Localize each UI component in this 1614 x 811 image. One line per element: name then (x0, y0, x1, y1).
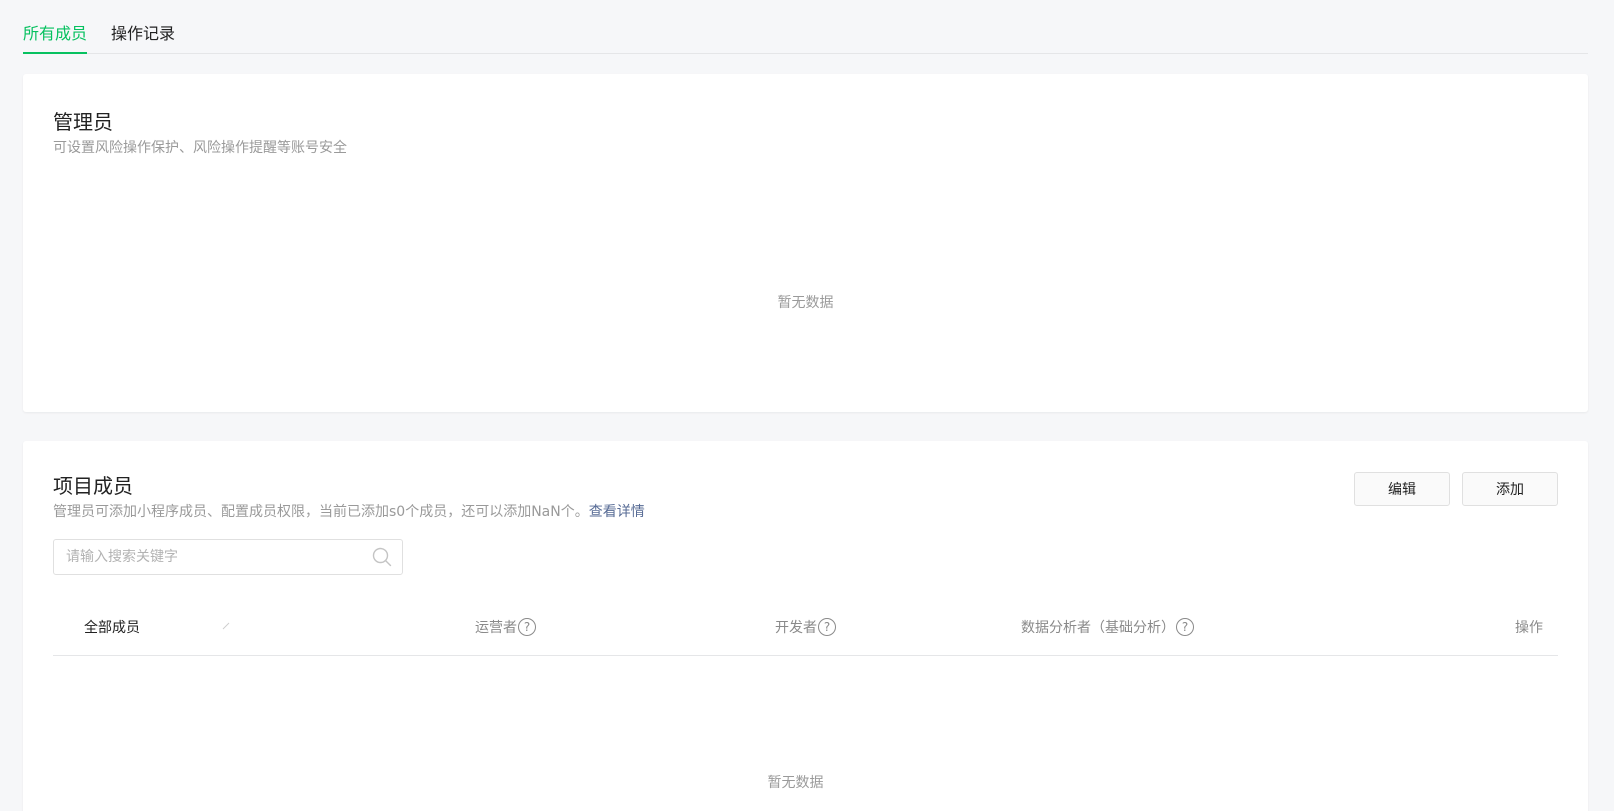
add-button[interactable]: 添加 (1462, 472, 1558, 506)
admin-empty-text: 暂无数据 (777, 295, 834, 311)
members-actions: 编辑 添加 (1354, 472, 1558, 506)
search-input[interactable] (64, 548, 372, 566)
admin-desc: 可设置风险操作保护、风险操作提醒等账号安全 (53, 140, 347, 156)
search-icon[interactable] (372, 547, 392, 567)
members-title: 项目成员 (53, 474, 133, 498)
column-all-members-label: 全部成员 (84, 620, 140, 636)
page: 所有成员 操作记录 管理员 可设置风险操作保护、风险操作提醒等账号安全 暂无数据… (0, 0, 1614, 811)
view-details-link[interactable]: 查看详情 (589, 504, 645, 520)
column-data-analyst-label: 数据分析者（基础分析） (1021, 620, 1175, 636)
members-empty-text: 暂无数据 (767, 775, 824, 791)
tab-bar: 所有成员 操作记录 (23, 0, 1588, 54)
column-operator: 运营者 ? (475, 617, 536, 637)
developer-help-icon[interactable]: ? (818, 618, 836, 636)
members-table-header: 全部成员 运营者 ? 开发者 ? 数据分析者（基础分析） ? 操作 (53, 599, 1558, 656)
admin-card: 管理员 可设置风险操作保护、风险操作提醒等账号安全 暂无数据 (23, 74, 1588, 412)
column-developer-label: 开发者 (775, 620, 817, 636)
admin-title: 管理员 (53, 110, 113, 134)
column-developer: 开发者 ? (775, 617, 836, 637)
search-box (53, 539, 403, 575)
column-data-analyst: 数据分析者（基础分析） ? (1021, 617, 1194, 637)
members-desc-text: 管理员可添加小程序成员、配置成员权限，当前已添加s0个成员，还可以添加NaN个。 (53, 504, 589, 520)
operator-help-icon[interactable]: ? (518, 618, 536, 636)
filter-caret-icon[interactable] (222, 622, 230, 633)
column-action-label: 操作 (1515, 620, 1543, 636)
column-operator-label: 运营者 (475, 620, 517, 636)
column-action: 操作 (1515, 617, 1543, 637)
analyst-help-icon[interactable]: ? (1176, 618, 1194, 636)
edit-button[interactable]: 编辑 (1354, 472, 1450, 506)
column-all-members[interactable]: 全部成员 (84, 617, 230, 637)
members-card: 项目成员 管理员可添加小程序成员、配置成员权限，当前已添加s0个成员，还可以添加… (23, 441, 1588, 811)
members-desc: 管理员可添加小程序成员、配置成员权限，当前已添加s0个成员，还可以添加NaN个。… (53, 502, 1558, 522)
tab-all-members[interactable]: 所有成员 (23, 20, 88, 54)
tab-operation-log[interactable]: 操作记录 (111, 20, 175, 53)
